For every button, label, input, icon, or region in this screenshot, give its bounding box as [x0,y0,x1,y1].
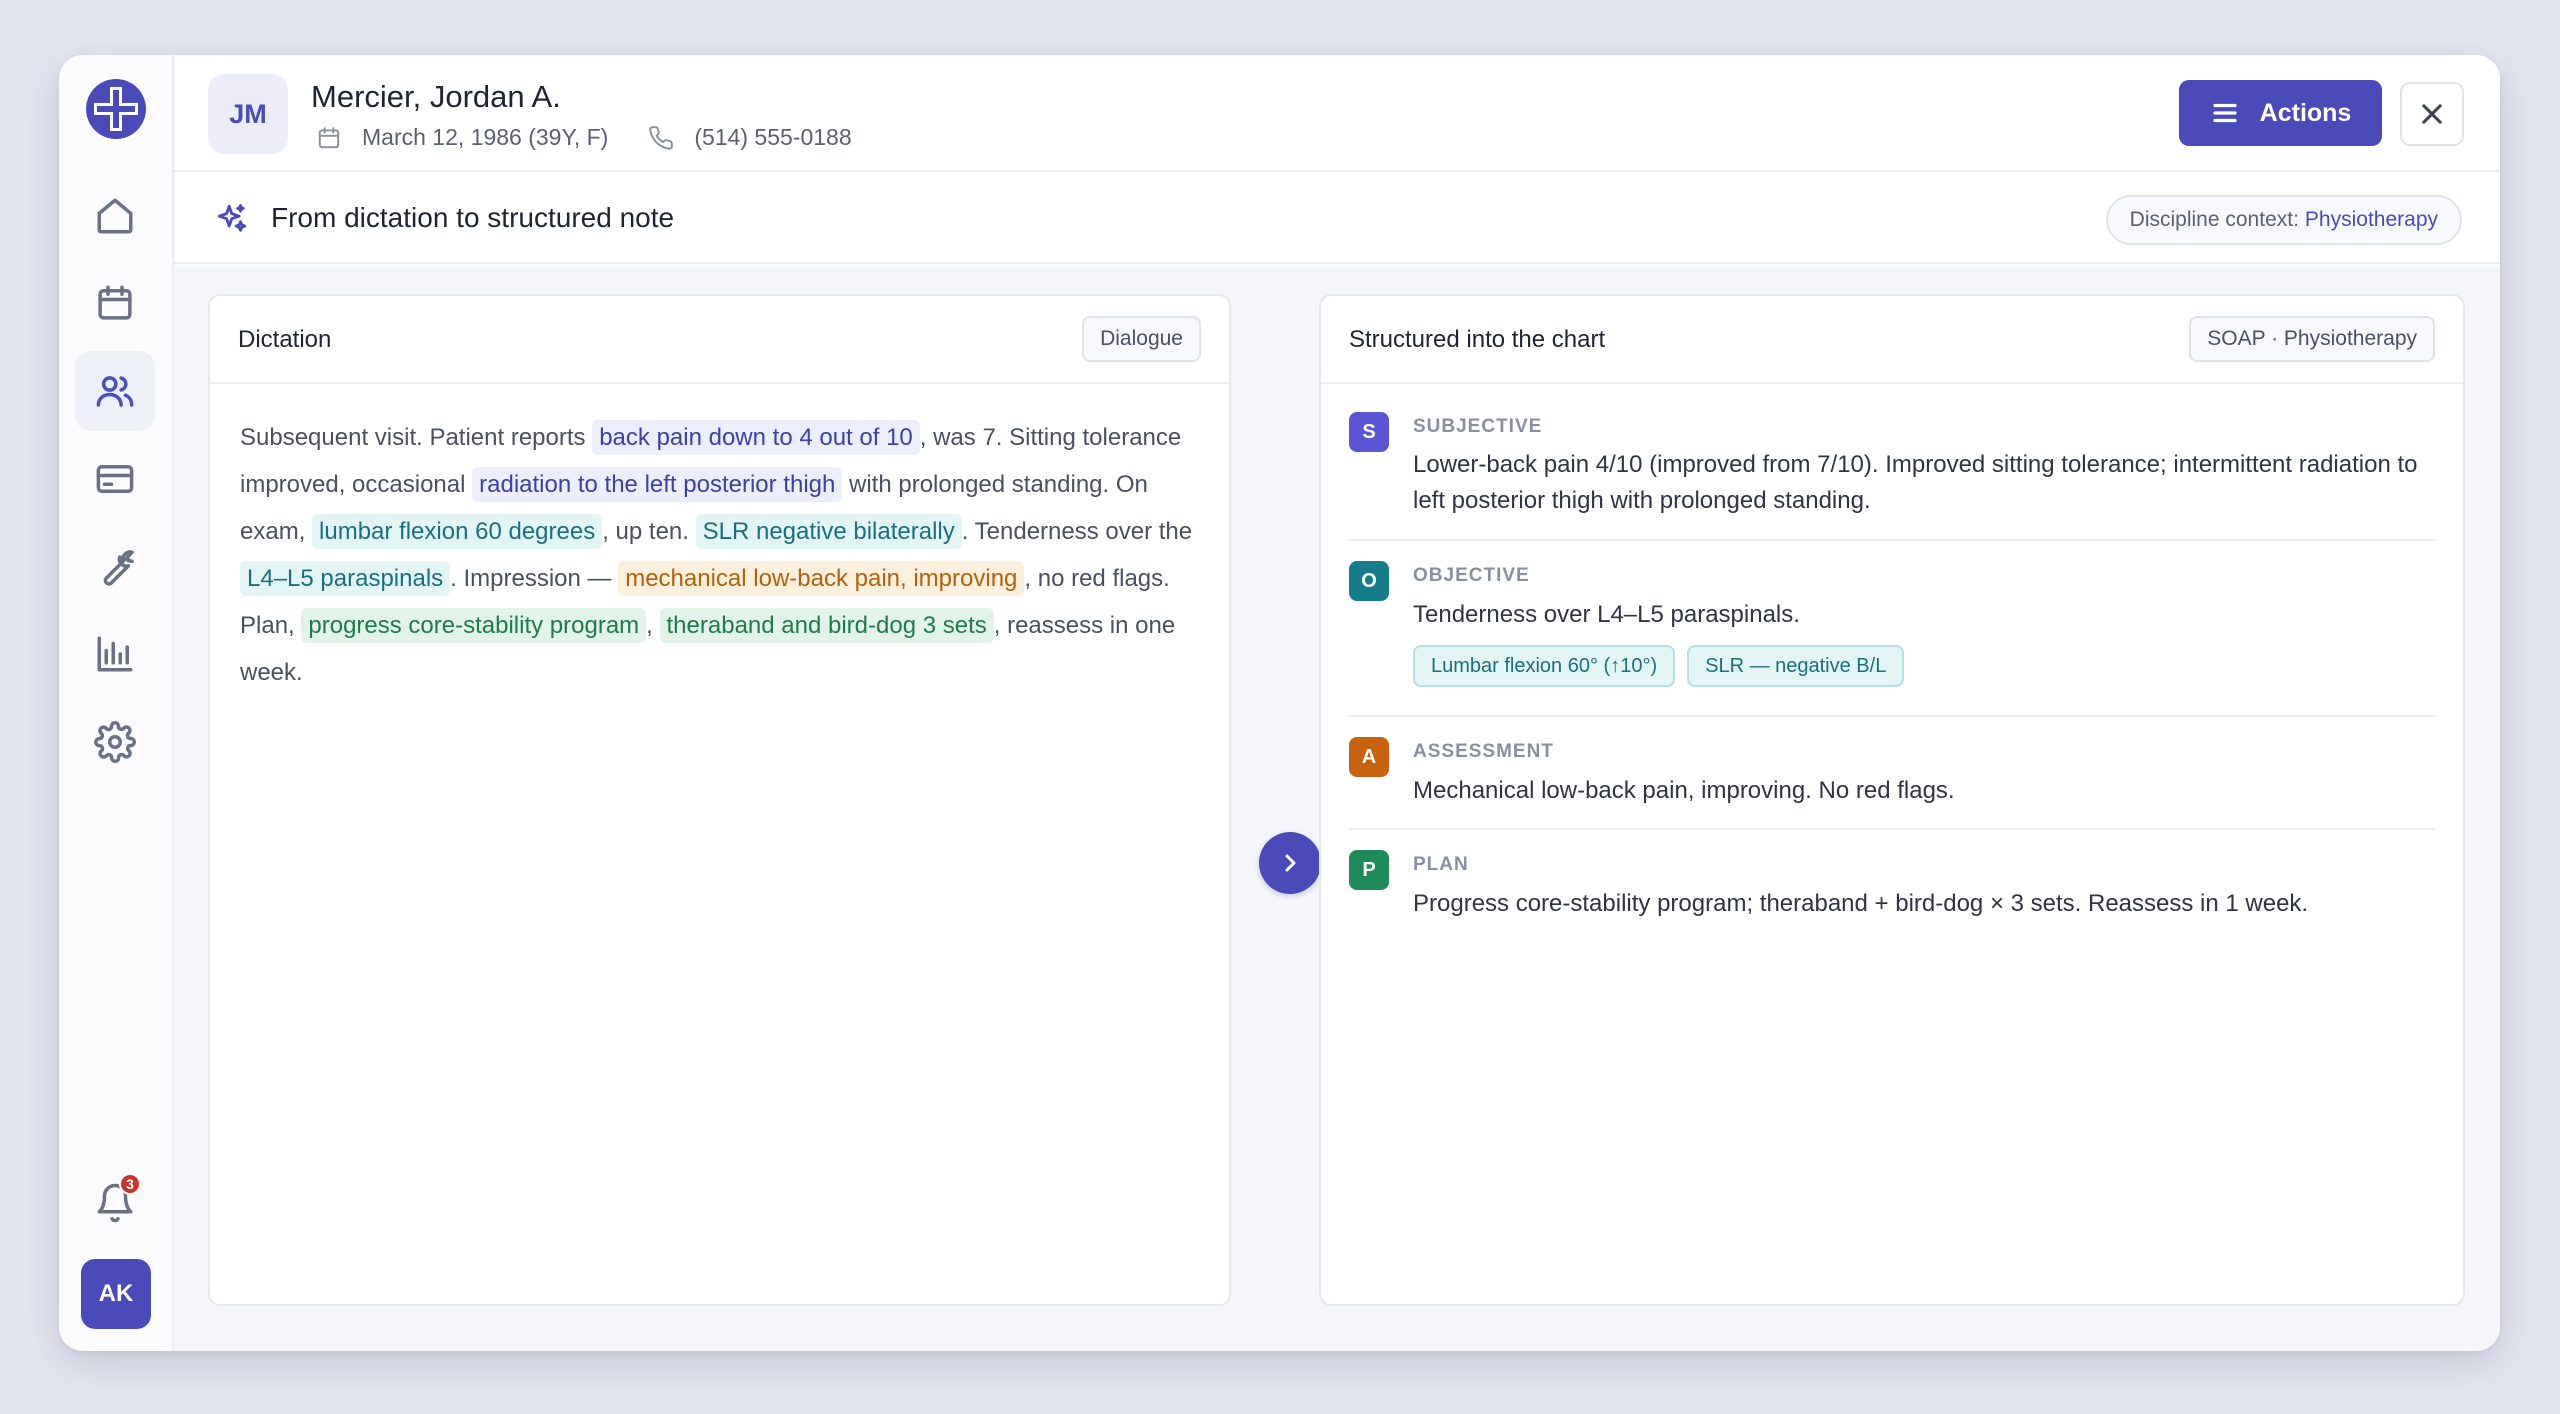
notifications-button[interactable]: 3 [89,1173,141,1229]
dictation-title: Dictation [238,326,332,353]
sidebar-item-home[interactable] [75,176,155,256]
dialogue-tag[interactable]: Dialogue [1082,316,1201,362]
content-area: Dictation Dialogue Subsequent visit. Pat… [174,266,2500,1351]
soap-letter-s: S [1349,412,1389,452]
soap-letter-p: P [1349,850,1389,890]
highlighted-phrase-teal[interactable]: SLR negative bilaterally [695,514,962,549]
structured-title: Structured into the chart [1349,326,1606,353]
sparkle-icon [215,202,249,236]
gear-icon [94,721,136,763]
sidebar-item-tools[interactable] [75,527,155,607]
patient-meta: March 12, 1986 (39Y, F) (514) 555-0188 [316,124,892,151]
soap-assessment: A ASSESSMENT Mechanical low-back pain, i… [1349,717,2435,830]
user-avatar[interactable]: AK [81,1259,151,1329]
objective-chips: Lumbar flexion 60° (↑10°) SLR — negative… [1413,645,1916,687]
subheader: From dictation to structured note Discip… [174,172,2500,264]
soap-text-plan: Progress core-stability program; theraba… [1413,890,2309,917]
soap-label-assessment: ASSESSMENT [1413,741,1554,762]
patient-dob: March 12, 1986 (39Y, F) [316,124,608,151]
page-title: From dictation to structured note [271,202,675,233]
medical-cross-logo-icon[interactable] [84,77,148,141]
bar-chart-icon [97,636,133,672]
close-button[interactable] [2400,82,2464,146]
soap-text-objective: Tenderness over L4–L5 paraspinals. [1413,601,1800,628]
dictation-text: Subsequent visit. Patient reports back p… [210,384,1229,696]
dictation-segment: . Tenderness over the [961,518,1193,545]
soap-tag[interactable]: SOAP · Physiotherapy [2189,316,2435,362]
soap-objective: O OBJECTIVE Tenderness over L4–L5 parasp… [1349,541,2435,717]
soap-plan: P PLAN Progress core-stability program; … [1349,830,2435,940]
patient-phone: (514) 555-0188 [648,124,852,151]
patient-dob-text: March 12, 1986 (39Y, F) [362,124,609,150]
soap-letter-a: A [1349,737,1389,777]
sidebar-item-settings[interactable] [75,702,155,782]
wrench-icon [103,550,134,586]
soap-label-plan: PLAN [1413,854,1469,875]
home-icon [97,198,133,234]
measurement-chip[interactable]: Lumbar flexion 60° (↑10°) [1413,645,1676,687]
sidebar-item-billing[interactable] [75,439,155,519]
close-icon [2422,104,2442,124]
notification-count-badge: 3 [119,1173,141,1195]
soap-text-assessment: Mechanical low-back pain, improving. No … [1413,777,1955,804]
discipline-label: Discipline context: [2129,208,2299,231]
dictation-segment: , [646,612,660,639]
dictation-segment: , up ten. [602,518,696,545]
soap-subjective: S SUBJECTIVE Lower-back pain 4/10 (impro… [1349,384,2435,541]
sidebar-item-reports[interactable] [75,614,155,694]
calendar-icon [98,285,132,320]
chevron-right-icon [1285,854,1296,872]
calendar-icon [318,126,340,148]
users-icon [96,376,134,407]
dictation-panel: Dictation Dialogue Subsequent visit. Pat… [208,294,1231,1306]
patient-name: Mercier, Jordan A. [311,79,561,114]
sidebar-item-calendar[interactable] [75,263,155,343]
highlighted-phrase-orange[interactable]: mechanical low-back pain, improving [618,561,1025,596]
patient-avatar: JM [208,74,288,154]
highlighted-phrase-teal[interactable]: lumbar flexion 60 degrees [312,514,603,549]
dictation-panel-header: Dictation Dialogue [210,296,1229,384]
actions-button[interactable]: Actions [2179,80,2382,146]
discipline-value: Physiotherapy [2304,208,2438,231]
sidebar: 3 AK [59,55,174,1351]
highlighted-phrase-green[interactable]: progress core-stability program [301,608,647,643]
structured-panel-header: Structured into the chart SOAP · Physiot… [1321,296,2463,384]
dictation-segment: . Impression — [450,565,619,592]
credit-card-icon [96,465,134,493]
app-window: 3 AK JM Mercier, Jordan A. March 12, 198… [59,55,2500,1351]
actions-button-label: Actions [2259,98,2352,127]
highlighted-phrase-indigo[interactable]: back pain down to 4 out of 10 [592,420,920,455]
phone-icon [649,125,674,150]
menu-icon [2213,103,2237,123]
patient-phone-text: (514) 555-0188 [694,124,852,150]
soap-text-subjective: Lower-back pain 4/10 (improved from 7/10… [1413,451,2418,514]
patient-header: JM Mercier, Jordan A. March 12, 1986 (39… [174,55,2500,172]
structured-note-panel: Structured into the chart SOAP · Physiot… [1319,294,2465,1306]
soap-list: S SUBJECTIVE Lower-back pain 4/10 (impro… [1321,384,2463,940]
discipline-context-pill[interactable]: Discipline context: Physiotherapy [2105,195,2462,245]
convert-arrow-button[interactable] [1259,832,1321,894]
highlighted-phrase-indigo[interactable]: radiation to the left posterior thigh [472,467,843,502]
highlighted-phrase-green[interactable]: theraband and bird-dog 3 sets [659,608,994,643]
soap-letter-o: O [1349,561,1389,601]
main-area: JM Mercier, Jordan A. March 12, 1986 (39… [174,55,2500,1351]
highlighted-phrase-teal[interactable]: L4–L5 paraspinals [240,561,451,596]
sidebar-item-patients[interactable] [75,351,155,431]
soap-label-subjective: SUBJECTIVE [1413,416,1543,437]
dictation-segment: Subsequent visit. Patient reports [240,424,593,451]
soap-label-objective: OBJECTIVE [1413,565,1530,586]
measurement-chip[interactable]: SLR — negative B/L [1687,645,1905,687]
